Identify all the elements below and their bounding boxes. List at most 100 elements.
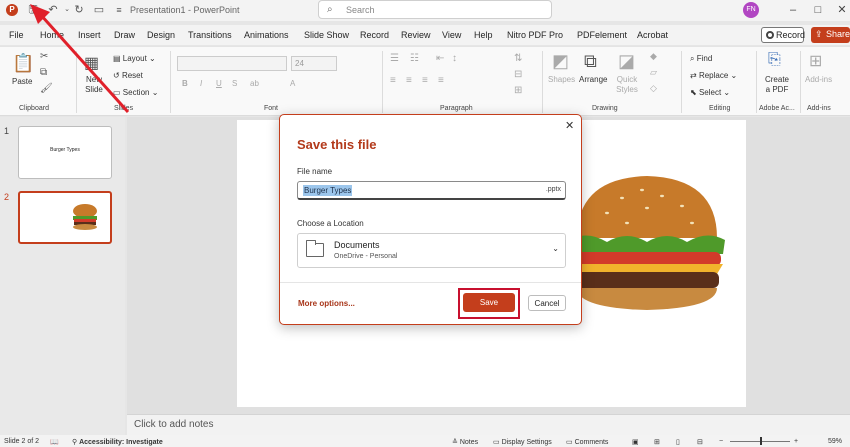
paste-icon[interactable]: 📋 <box>12 53 34 74</box>
underline-button[interactable]: U <box>216 79 222 88</box>
slide-number: 2 <box>4 192 10 202</box>
line-spacing-icon[interactable]: ↕ <box>452 53 457 64</box>
font-color-button[interactable]: A <box>290 79 295 88</box>
avatar[interactable]: FN <box>743 2 759 18</box>
new-slide-button[interactable]: New Slide <box>80 75 108 95</box>
slide-sorter-icon[interactable]: ⊞ <box>654 438 660 446</box>
tab-acrobat[interactable]: Acrobat <box>637 30 668 40</box>
tab-help[interactable]: Help <box>474 30 493 40</box>
record-button[interactable]: Record <box>761 27 805 43</box>
font-size-select[interactable]: 24 <box>291 56 337 71</box>
smartart-icon[interactable]: ⊞ <box>514 85 522 96</box>
customize-qat-icon[interactable]: ≡ <box>112 3 126 17</box>
strikethrough-button[interactable]: S <box>232 79 237 88</box>
quick-styles-icon[interactable]: ◪ <box>618 51 635 72</box>
format-painter-icon[interactable]: 🖌 <box>40 83 53 94</box>
replace-button[interactable]: ⇄ Replace ⌄ <box>690 71 737 80</box>
shape-effects-icon[interactable]: ◇ <box>650 83 657 94</box>
clipboard-group-label: Clipboard <box>19 105 49 112</box>
slide-thumbnail-1[interactable]: Burger Types <box>18 126 112 179</box>
tab-transitions[interactable]: Transitions <box>188 30 232 40</box>
tab-review[interactable]: Review <box>401 30 431 40</box>
zoom-level[interactable]: 59% <box>828 438 842 445</box>
italic-button[interactable]: I <box>200 79 202 88</box>
bullets-icon[interactable]: ☰ <box>390 53 399 64</box>
justify-icon[interactable]: ≡ <box>438 75 444 86</box>
shape-outline-icon[interactable]: ▱ <box>650 67 657 78</box>
tab-file[interactable]: File <box>9 30 24 40</box>
minimize-icon[interactable]: – <box>786 3 800 17</box>
ribbon-tabs: File Home Insert Draw Design Transitions… <box>0 25 850 45</box>
normal-view-icon[interactable]: ▣ <box>632 438 639 446</box>
present-icon[interactable]: ▭ <box>92 3 106 17</box>
maximize-icon[interactable]: □ <box>811 3 825 17</box>
copy-icon[interactable]: ⧉ <box>40 67 47 78</box>
slide-thumbnails-panel: 1 Burger Types 2 <box>0 117 125 435</box>
numbering-icon[interactable]: ☷ <box>410 53 419 64</box>
shape-fill-icon[interactable]: ◆ <box>650 51 657 62</box>
tab-record[interactable]: Record <box>360 30 389 40</box>
align-text-icon[interactable]: ⊟ <box>514 69 522 80</box>
notes-pane[interactable]: Click to add notes <box>127 414 850 435</box>
shapes-icon[interactable]: ◩ <box>552 51 569 72</box>
cancel-button[interactable]: Cancel <box>528 295 566 311</box>
add-ins-button[interactable]: Add-ins <box>805 75 832 84</box>
text-direction-icon[interactable]: ⇅ <box>514 53 522 64</box>
font-name-select[interactable] <box>177 56 287 71</box>
undo-icon[interactable]: ↶ <box>46 3 60 17</box>
tab-slide-show[interactable]: Slide Show <box>304 30 349 40</box>
reading-view-icon[interactable]: ▯ <box>676 438 680 446</box>
notes-button[interactable]: ≙ Notes <box>452 438 478 446</box>
slide-thumbnail-2[interactable] <box>18 191 112 244</box>
tab-draw[interactable]: Draw <box>114 30 135 40</box>
add-ins-icon[interactable]: ⊞ <box>809 51 822 71</box>
quick-styles-button[interactable]: Quick Styles <box>614 75 640 95</box>
tab-pdfelement[interactable]: PDFelement <box>577 30 627 40</box>
cut-icon[interactable]: ✂ <box>40 51 48 62</box>
tab-nitro-pdf-pro[interactable]: Nitro PDF Pro <box>507 30 563 40</box>
align-left-icon[interactable]: ≡ <box>390 75 396 86</box>
indent-icon[interactable]: ⇤ <box>436 53 444 64</box>
more-options-link[interactable]: More options... <box>298 299 355 308</box>
create-pdf-button[interactable]: Create a PDF <box>762 75 792 95</box>
chevron-down-icon: ⌄ <box>552 244 559 253</box>
zoom-out-icon[interactable]: − <box>719 438 723 445</box>
comments-button[interactable]: ▭ Comments <box>566 438 608 446</box>
spelling-icon[interactable]: 📖 <box>50 438 59 446</box>
slide-show-icon[interactable]: ⊟ <box>697 438 703 446</box>
new-slide-icon[interactable]: ▦ <box>84 53 99 73</box>
tab-home[interactable]: Home <box>40 30 64 40</box>
align-center-icon[interactable]: ≡ <box>406 75 412 86</box>
tab-view[interactable]: View <box>442 30 461 40</box>
group-divider <box>382 51 383 113</box>
close-icon[interactable]: ✕ <box>835 3 849 17</box>
shapes-button[interactable]: Shapes <box>548 75 575 84</box>
share-button[interactable]: ⇪ Share <box>811 27 850 43</box>
arrange-button[interactable]: Arrange <box>579 75 607 84</box>
create-pdf-icon[interactable]: ⎘ <box>768 51 781 69</box>
section-button[interactable]: ▭ Section ⌄ <box>113 88 158 97</box>
bold-button[interactable]: B <box>182 79 188 88</box>
paste-button[interactable]: Paste <box>12 77 32 86</box>
find-button[interactable]: ⌕ Find <box>690 54 712 64</box>
search-box[interactable]: ⌕ Search <box>318 0 552 19</box>
redo-icon[interactable]: ↻ <box>72 3 86 17</box>
display-settings-button[interactable]: ▭ Display Settings <box>493 438 552 446</box>
save-button[interactable]: Save <box>463 293 515 312</box>
tab-animations[interactable]: Animations <box>244 30 289 40</box>
arrange-icon[interactable]: ⧉ <box>584 51 597 72</box>
reset-button[interactable]: ↺ Reset <box>113 71 143 80</box>
close-icon[interactable]: ✕ <box>565 119 574 132</box>
tab-insert[interactable]: Insert <box>78 30 101 40</box>
character-spacing-button[interactable]: ab <box>250 79 259 88</box>
save-icon[interactable]: 🖫 <box>26 3 40 17</box>
zoom-in-icon[interactable]: + <box>794 438 798 445</box>
accessibility-status[interactable]: ⚲ Accessibility: Investigate <box>72 438 163 446</box>
select-button[interactable]: ⬉ Select ⌄ <box>690 88 730 97</box>
layout-button[interactable]: ▤ Layout ⌄ <box>113 54 156 63</box>
zoom-slider-thumb[interactable] <box>760 437 762 445</box>
location-select[interactable]: Documents OneDrive - Personal ⌄ <box>297 233 566 268</box>
file-name-field[interactable]: Burger Types .pptx <box>297 181 566 200</box>
align-right-icon[interactable]: ≡ <box>422 75 428 86</box>
tab-design[interactable]: Design <box>147 30 175 40</box>
